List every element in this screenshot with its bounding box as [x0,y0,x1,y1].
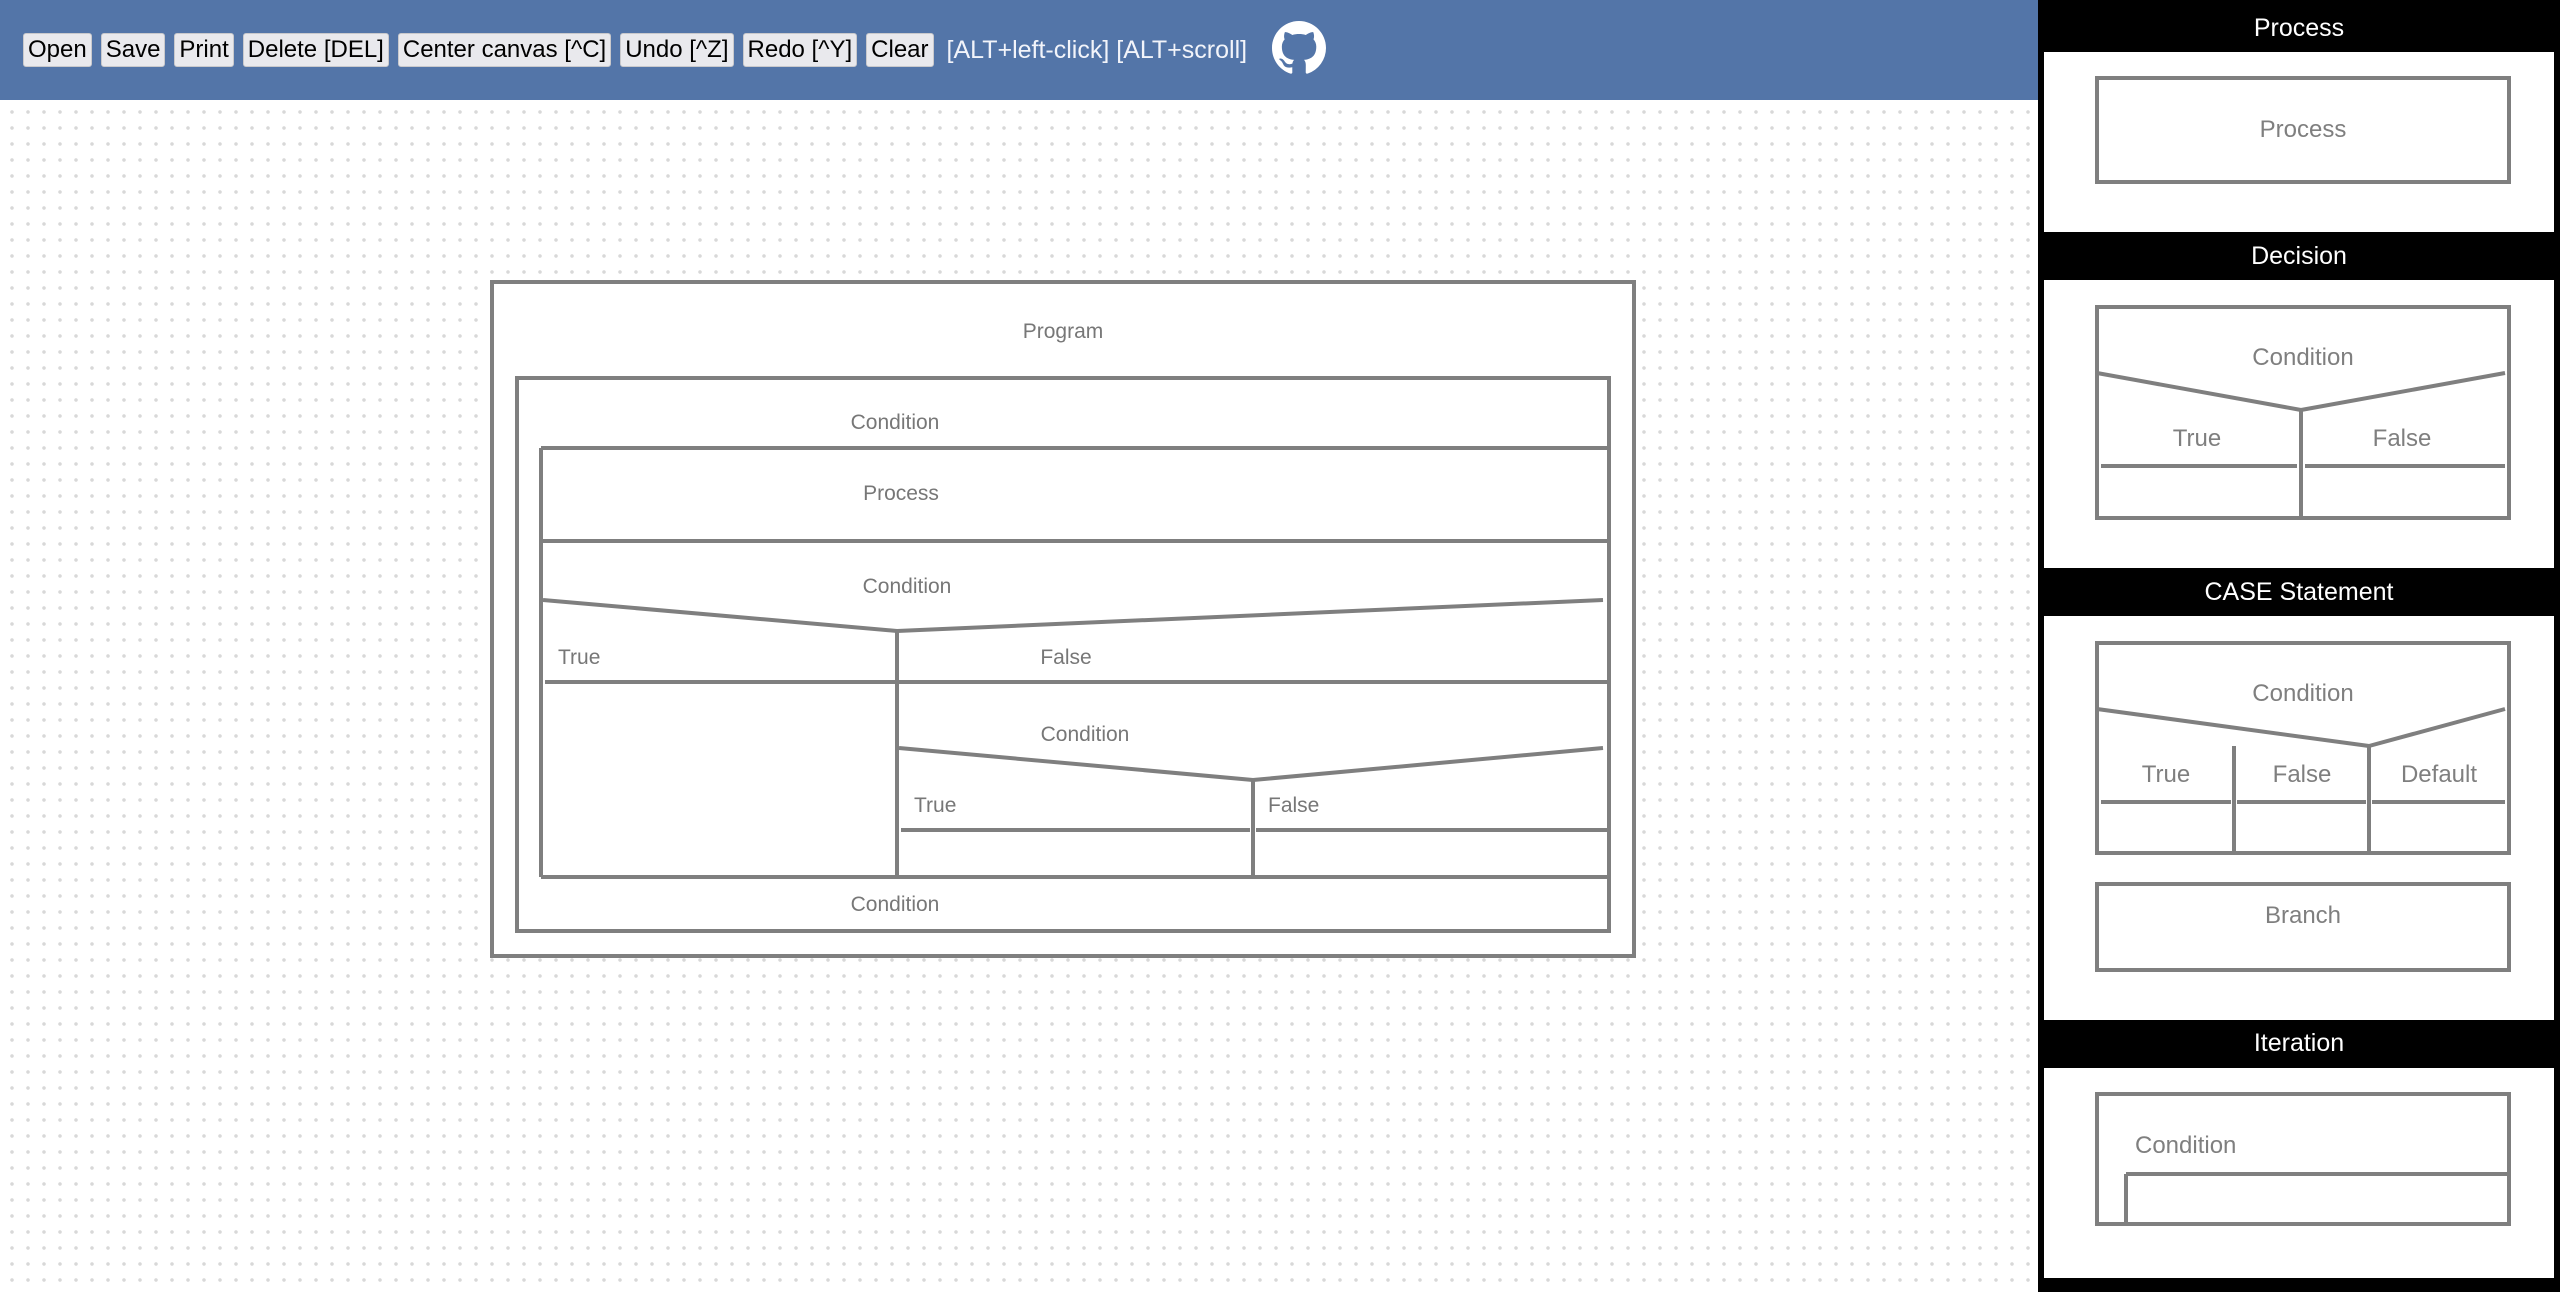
clear-button[interactable]: Clear [866,33,934,67]
nested-false-label: False [1268,794,1319,817]
save-button[interactable]: Save [100,33,166,67]
nsd-diagram: Program Condition Condition Process Cond… [490,280,1636,958]
delete-button[interactable]: Delete [DEL] [242,33,389,67]
palette-header-case: CASE Statement [2204,578,2394,606]
program-label: Program [1023,320,1104,343]
palette-branch-shape[interactable]: Branch [2044,616,2554,1020]
shape-palette: Process Process Decision Condition True … [2038,0,2560,1292]
loop-bottom-condition-label: Condition [851,893,940,916]
github-icon[interactable] [1272,21,1326,75]
loop-condition-label: Condition [851,411,940,434]
palette-decision-shape[interactable]: Condition True False [2044,280,2554,568]
open-button[interactable]: Open [23,33,92,67]
redo-button[interactable]: Redo [^Y] [742,33,858,67]
palette-iteration-shape[interactable]: Condition [2044,1068,2554,1278]
print-button[interactable]: Print [174,33,234,67]
decision-true-label: True [558,646,600,669]
palette-header-iteration: Iteration [2253,1029,2345,1057]
palette-decision-true: True [2173,425,2221,452]
nested-condition-label: Condition [1041,723,1130,746]
palette-process-shape[interactable]: Process [2044,52,2554,232]
palette-panel-case: Condition True False Default Branch [2044,616,2554,1020]
palette-panel-process: Process [2044,52,2554,232]
toolbar: Open Save Print Delete [DEL] Center canv… [0,0,2038,100]
palette-iteration-condition: Condition [2135,1132,2236,1159]
nested-true-label: True [914,794,956,817]
decision-condition-label: Condition [863,575,952,598]
process-label: Process [863,482,939,505]
shortcut-hint: [ALT+left-click] [ALT+scroll] [946,35,1248,64]
palette-decision-condition: Condition [2252,344,2353,371]
decision-false-label: False [1040,646,1091,669]
center-canvas-button[interactable]: Center canvas [^C] [397,33,612,67]
palette-header-decision: Decision [2251,242,2347,270]
palette-panel-iteration: Condition [2044,1068,2554,1278]
undo-button[interactable]: Undo [^Z] [620,33,734,67]
palette-panel-decision: Condition True False [2044,280,2554,568]
palette-header-process: Process [2253,14,2345,42]
diagram-canvas[interactable]: Program Condition Condition Process Cond… [0,100,2038,1292]
palette-branch-label: Branch [2265,902,2341,929]
palette-decision-false: False [2373,425,2432,452]
palette-process-label: Process [2260,116,2347,143]
